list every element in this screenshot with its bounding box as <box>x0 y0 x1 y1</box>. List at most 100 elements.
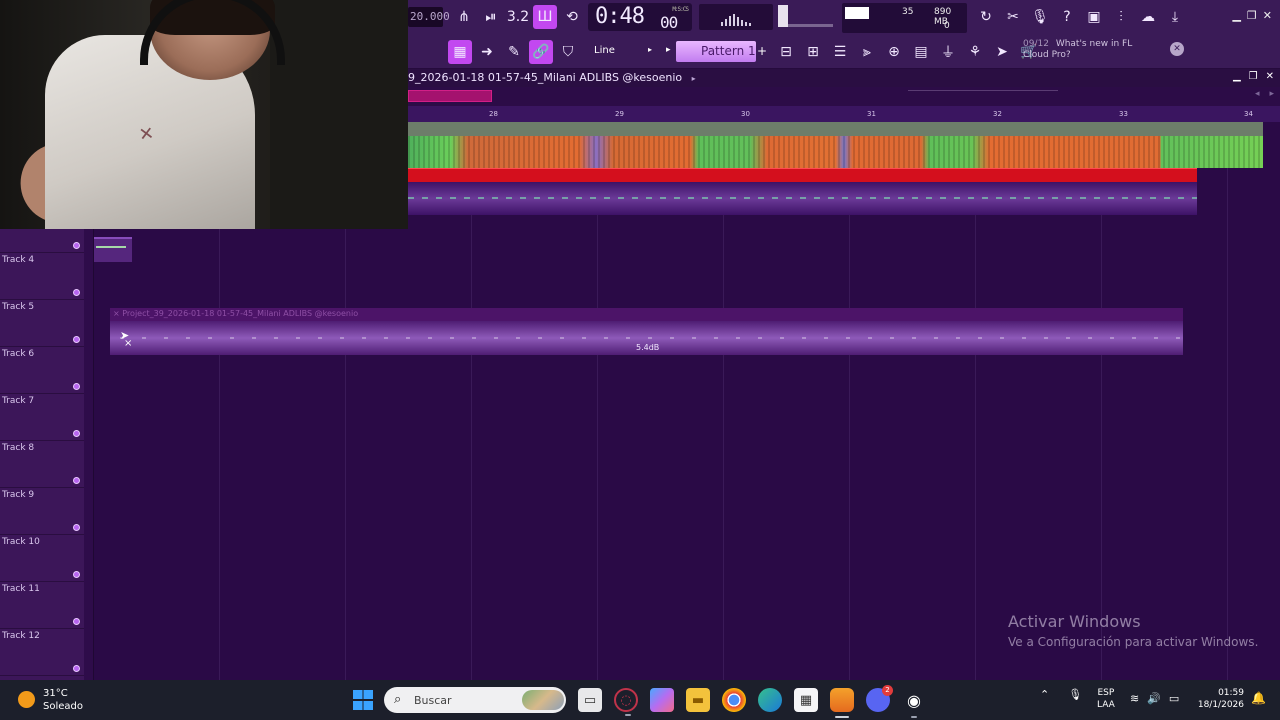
track-mute-dot[interactable] <box>73 242 80 249</box>
metronome-icon[interactable]: ⋔ <box>452 5 476 29</box>
edge-icon[interactable] <box>758 688 782 712</box>
clip-body[interactable]: 5.4dB <box>110 321 1183 355</box>
track-mute-dot[interactable] <box>73 665 80 672</box>
chrome-icon[interactable] <box>722 688 746 712</box>
taskbar-clock[interactable]: 01:59 18/1/2026 <box>1196 687 1244 711</box>
chevron-right-icon[interactable]: ▸ <box>692 74 696 83</box>
track-header[interactable]: Track 12 <box>0 629 84 676</box>
timeline-ruler[interactable]: 28 29 30 31 32 33 34 <box>408 106 1280 122</box>
language-indicator[interactable]: ESP LAA <box>1097 687 1115 711</box>
track-header[interactable]: Track 11 <box>0 582 84 629</box>
track-header[interactable]: Track 10 <box>0 535 84 582</box>
mixer-view-icon[interactable]: ⫸ <box>855 40 879 64</box>
audio-clip-red[interactable] <box>408 168 1197 182</box>
status-icons[interactable]: ≋ 🔊 ▭ <box>1130 692 1179 705</box>
automation-clip[interactable] <box>408 182 1197 215</box>
track-header[interactable]: Track 4 <box>0 253 84 300</box>
pattern-selector[interactable]: Pattern 1 <box>676 41 756 62</box>
chat-icon[interactable]: ☁ <box>1136 5 1160 29</box>
add-pattern-icon[interactable]: + <box>757 44 767 58</box>
step-edit-icon[interactable]: Ш <box>533 5 557 29</box>
windows-start-icon[interactable] <box>353 690 373 710</box>
mixer-icon[interactable]: ⫶ <box>1109 5 1133 29</box>
track-mute-dot[interactable] <box>73 430 80 437</box>
master-volume-slider[interactable] <box>778 5 788 27</box>
scrollbar-thumb[interactable] <box>408 90 492 102</box>
plug-icon[interactable]: ⏚ <box>936 40 960 64</box>
undo-icon[interactable]: ↻ <box>974 5 998 29</box>
clip-header[interactable] <box>408 122 1263 136</box>
track-header[interactable]: Track 8 <box>0 441 84 488</box>
news-close-icon[interactable]: ✕ <box>1170 42 1184 56</box>
playlist-maximize-icon[interactable]: ❐ <box>1249 71 1258 82</box>
maximize-icon[interactable]: ❐ <box>1247 9 1257 22</box>
notification-bell-icon[interactable]: 🔔 <box>1251 691 1266 705</box>
pencil-icon[interactable]: ✎ <box>502 40 526 64</box>
song-time-display[interactable]: 0:48 00 M:S:CS <box>588 3 692 32</box>
save-icon[interactable]: ▣ <box>1082 5 1106 29</box>
scroll-left-icon[interactable]: ◂ <box>1255 89 1260 99</box>
track-mute-dot[interactable] <box>73 524 80 531</box>
channel-rack-icon[interactable]: ⊟ <box>774 40 798 64</box>
track-mute-column[interactable] <box>84 229 94 680</box>
playlist-horizontal-scrollbar[interactable]: ◂ ▸ <box>408 87 1280 106</box>
zoom-track[interactable] <box>908 90 1058 91</box>
loop-record-icon[interactable]: ⟲ <box>560 5 584 29</box>
track-mute-dot[interactable] <box>73 383 80 390</box>
fl-studio-icon[interactable] <box>830 688 854 718</box>
obs-icon[interactable]: ◉ <box>902 688 926 718</box>
playlist-vertical-scrollbar[interactable] <box>1266 122 1280 680</box>
touch-keyboard-icon[interactable]: ⚘ <box>963 40 987 64</box>
taskbar-search[interactable]: ⌕ Buscar <box>384 687 566 713</box>
track-header-partial[interactable] <box>0 229 84 253</box>
microphone-tray-icon[interactable]: 🎙 <box>1068 688 1082 701</box>
next-icon[interactable]: ➜ <box>475 40 499 64</box>
app-red-circle-icon[interactable]: ◌ <box>614 688 638 716</box>
copilot-icon[interactable] <box>650 688 674 712</box>
audio-clip-adlibs[interactable]: × Project_39_2026-01-18 01-57-45_Milani … <box>110 308 1183 355</box>
track-header[interactable]: Track 7 <box>0 394 84 441</box>
track-mute-dot[interactable] <box>73 618 80 625</box>
stamp-icon[interactable]: ⛉ <box>556 40 580 64</box>
browser-icon[interactable]: ☰ <box>828 40 852 64</box>
news-text-1: What's new in FL <box>1055 39 1133 49</box>
audio-clip-waveform[interactable] <box>408 122 1263 168</box>
tempo-tapper-icon[interactable]: ➤ <box>990 40 1014 64</box>
wait-input-icon[interactable]: ⏯ <box>479 5 503 29</box>
cut-icon[interactable]: ✂ <box>1001 5 1025 29</box>
track-mute-dot[interactable] <box>73 289 80 296</box>
task-view-icon[interactable]: ▭ <box>578 688 602 712</box>
scroll-right-icon[interactable]: ▸ <box>1269 89 1274 99</box>
playlist-icon[interactable]: ▦ <box>448 40 472 64</box>
scroll-arrows: ◂ ▸ <box>1255 89 1274 99</box>
help-icon[interactable]: ? <box>1055 5 1079 29</box>
track-header[interactable]: Track 6 <box>0 347 84 394</box>
track-header[interactable]: Track 5 <box>0 300 84 347</box>
close-icon[interactable]: ✕ <box>1263 9 1272 22</box>
track-mute-dot[interactable] <box>73 477 80 484</box>
tempo-display[interactable]: 20.000 <box>408 7 450 27</box>
piano-roll-icon[interactable]: ⊞ <box>801 40 825 64</box>
small-audio-clip[interactable] <box>93 237 132 262</box>
transport-tools: ⋔ ⏯ 3.2 Ш ⟲ <box>452 5 584 29</box>
store-icon[interactable]: ▦ <box>794 688 818 712</box>
link-icon[interactable]: 🔗 <box>529 40 553 64</box>
master-pitch-bar[interactable] <box>788 24 833 27</box>
discord-icon[interactable]: 2 <box>866 685 893 712</box>
plugin-picker-icon[interactable]: ⊕ <box>882 40 906 64</box>
download-icon[interactable]: ⤓ <box>1163 5 1187 29</box>
playlist-minimize-icon[interactable]: ▁ <box>1233 71 1241 82</box>
microphone-icon[interactable]: 🎙 <box>1028 5 1052 29</box>
pattern-prev-icon[interactable]: ▸ <box>666 45 671 55</box>
file-explorer-icon[interactable]: ▬ <box>686 688 710 712</box>
track-mute-dot[interactable] <box>73 336 80 343</box>
news-panel[interactable]: 09/12 What's new in FL Cloud Pro? <box>1023 39 1173 65</box>
minimize-icon[interactable]: ▁ <box>1232 9 1240 22</box>
playlist-close-icon[interactable]: ✕ <box>1266 71 1274 82</box>
countdown-icon[interactable]: 3.2 <box>506 5 530 29</box>
track-header[interactable]: Track 9 <box>0 488 84 535</box>
project-icon[interactable]: ▤ <box>909 40 933 64</box>
snap-selector[interactable]: Line ▸ <box>594 41 654 61</box>
track-mute-dot[interactable] <box>73 571 80 578</box>
chevron-up-icon[interactable]: ⌃ <box>1040 688 1049 701</box>
